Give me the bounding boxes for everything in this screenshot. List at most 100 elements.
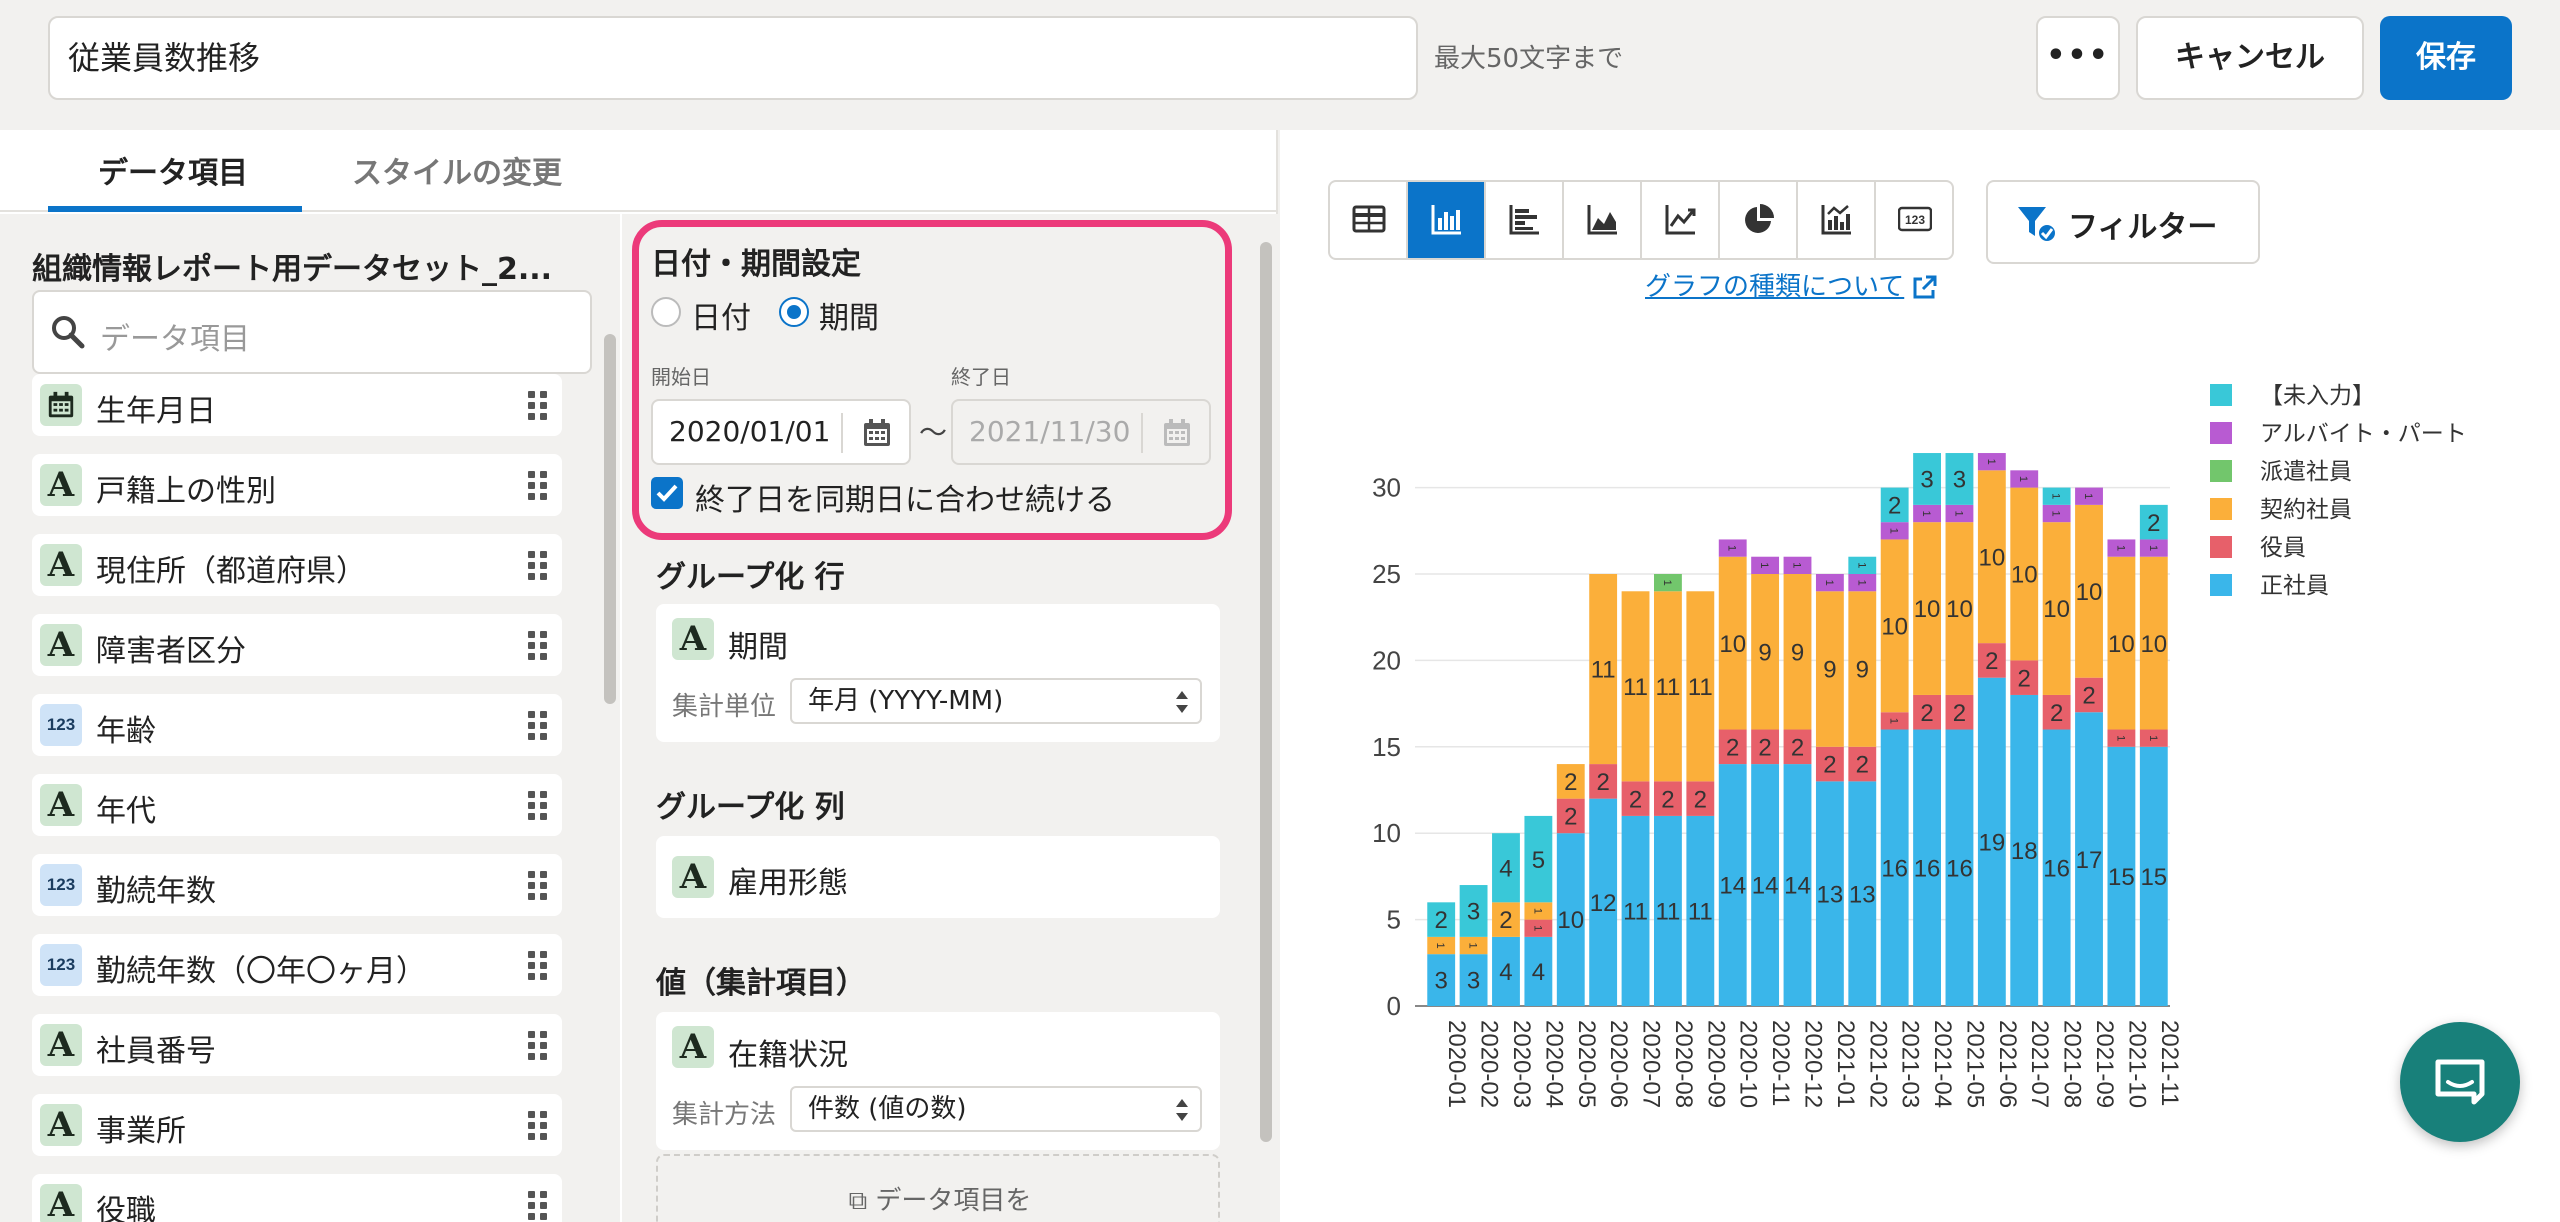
report-title-input[interactable]: 従業員数推移 (48, 16, 1418, 100)
group-rows-card[interactable]: A 期間 集計単位 年月 (YYYY-MM) (656, 604, 1220, 742)
field-drop-zone[interactable]: ⧉ データ項目を (656, 1154, 1220, 1222)
start-date-input[interactable]: 2020/01/01 (651, 399, 911, 465)
data-label: 13 (1817, 881, 1844, 908)
cancel-button[interactable]: キャンセル (2136, 16, 2364, 100)
drag-handle-icon[interactable] (526, 1110, 548, 1140)
data-label: 1 (1985, 459, 1997, 465)
data-label: 1 (1952, 510, 1964, 516)
field-label: 現住所（都道府県） (96, 554, 366, 589)
data-label: 2 (1791, 734, 1804, 761)
radio-period-label: 期間 (819, 301, 879, 336)
chat-support-button[interactable] (2400, 1022, 2520, 1142)
date-settings-title: 日付・期間設定 (651, 247, 861, 282)
legend-swatch (2210, 460, 2232, 482)
field-list-item[interactable]: 123 年齢 (32, 694, 562, 756)
field-list-scrollbar[interactable] (604, 334, 616, 704)
field-list-item[interactable]: A 事業所 (32, 1094, 562, 1156)
x-tick-label: 2021-01 (1832, 1020, 1859, 1108)
horizontal-bar-icon[interactable] (1486, 182, 1564, 258)
line-chart-icon[interactable] (1642, 182, 1720, 258)
data-label: 1 (2050, 510, 2062, 516)
data-label: 2 (1435, 907, 1448, 934)
x-tick-label: 2020-03 (1508, 1020, 1535, 1108)
svg-text:123: 123 (1905, 213, 1925, 227)
field-search-input[interactable]: データ項目 (32, 290, 592, 374)
data-label: 2 (1661, 786, 1674, 813)
field-list-item[interactable]: A 現住所（都道府県） (32, 534, 562, 596)
x-tick-label: 2020-06 (1605, 1020, 1632, 1108)
data-label: 11 (1688, 674, 1713, 701)
legend-swatch (2210, 422, 2232, 444)
text-type-icon: A (672, 618, 714, 660)
drag-handle-icon[interactable] (526, 950, 548, 980)
graph-types-link[interactable]: グラフの種類について (1645, 266, 1938, 303)
field-list-item[interactable]: A 社員番号 (32, 1014, 562, 1076)
tab-style[interactable]: スタイルの変更 (352, 148, 562, 192)
text-type-icon: A (40, 464, 82, 506)
data-label: 10 (1719, 631, 1746, 658)
filter-button[interactable]: フィルター (1986, 180, 2260, 264)
x-tick-label: 2021-08 (2059, 1020, 2086, 1108)
bar-chart-icon[interactable] (1408, 182, 1486, 258)
y-tick-label: 15 (1372, 732, 1401, 762)
data-label: 1 (1467, 942, 1479, 948)
search-icon (52, 316, 85, 349)
data-label: 10 (2076, 579, 2103, 606)
drag-handle-icon[interactable] (526, 870, 548, 900)
method-select[interactable]: 件数 (値の数) (790, 1086, 1202, 1132)
field-list-item[interactable]: A 戸籍上の性別 (32, 454, 562, 516)
data-label: 11 (1623, 899, 1648, 926)
drop-zone-text: ⧉ データ項目を (658, 1180, 1222, 1217)
text-type-icon: A (40, 1024, 82, 1066)
data-label: 2 (1953, 700, 1966, 727)
pie-chart-icon[interactable] (1720, 182, 1798, 258)
data-label: 15 (2108, 864, 2135, 891)
radio-period[interactable] (779, 297, 809, 327)
drag-handle-icon[interactable] (526, 550, 548, 580)
date-period-settings: 日付・期間設定 日付 期間 開始日 終了日 2020/01/01 〜 2021/… (632, 220, 1232, 540)
data-label: 1 (2147, 545, 2159, 551)
drag-handle-icon[interactable] (526, 390, 548, 420)
group-cols-card[interactable]: A 雇用形態 (656, 836, 1220, 918)
x-tick-label: 2021-11 (2156, 1020, 2183, 1106)
data-label: 2 (1726, 734, 1739, 761)
text-type-icon: A (672, 856, 714, 898)
table-icon[interactable] (1330, 182, 1408, 258)
chart-preview-panel: 123 フィルター グラフの種類について 0 5 10 15 20 25 30 3 1 2 2020… (1280, 130, 2560, 1222)
data-label: 10 (2043, 596, 2070, 623)
field-list-item[interactable]: 生年月日 (32, 374, 562, 436)
x-tick-label: 2021-03 (1897, 1020, 1924, 1108)
settings-scrollbar[interactable] (1260, 242, 1272, 1142)
field-list-item[interactable]: 123 勤続年数（〇年〇ヶ月） (32, 934, 562, 996)
data-label: 1 (1531, 908, 1543, 914)
radio-date[interactable] (651, 297, 681, 327)
field-list-item[interactable]: A 年代 (32, 774, 562, 836)
drag-handle-icon[interactable] (526, 1190, 548, 1220)
sync-end-date-checkbox[interactable] (651, 477, 683, 509)
field-list-item[interactable]: A 役職 (32, 1174, 562, 1222)
number-icon[interactable]: 123 (1876, 182, 1952, 258)
field-label: 年齢 (96, 714, 156, 749)
drag-handle-icon[interactable] (526, 630, 548, 660)
filter-icon (2018, 207, 2057, 243)
drag-handle-icon[interactable] (526, 470, 548, 500)
data-label: 1 (2017, 476, 2029, 482)
drop-zone-label: データ項目を (875, 1186, 1032, 1216)
calendar-icon[interactable] (861, 417, 893, 449)
save-button[interactable]: 保存 (2380, 16, 2512, 100)
drag-handle-icon[interactable] (526, 790, 548, 820)
area-chart-icon[interactable] (1564, 182, 1642, 258)
data-label: 2 (2018, 665, 2031, 692)
values-card[interactable]: A 在籍状況 集計方法 件数 (値の数) (656, 1012, 1220, 1150)
drag-handle-icon[interactable] (526, 1030, 548, 1060)
field-list-item[interactable]: A 障害者区分 (32, 614, 562, 676)
x-tick-label: 2021-09 (2091, 1020, 2118, 1108)
unit-select[interactable]: 年月 (YYYY-MM) (790, 678, 1202, 724)
data-label: 2 (1499, 907, 1512, 934)
drag-handle-icon[interactable] (526, 710, 548, 740)
more-options-button[interactable]: ••• (2036, 16, 2120, 100)
tab-data-items[interactable]: データ項目 (98, 148, 248, 192)
field-label: 生年月日 (96, 394, 216, 429)
combo-chart-icon[interactable] (1798, 182, 1876, 258)
field-list-item[interactable]: 123 勤続年数 (32, 854, 562, 916)
